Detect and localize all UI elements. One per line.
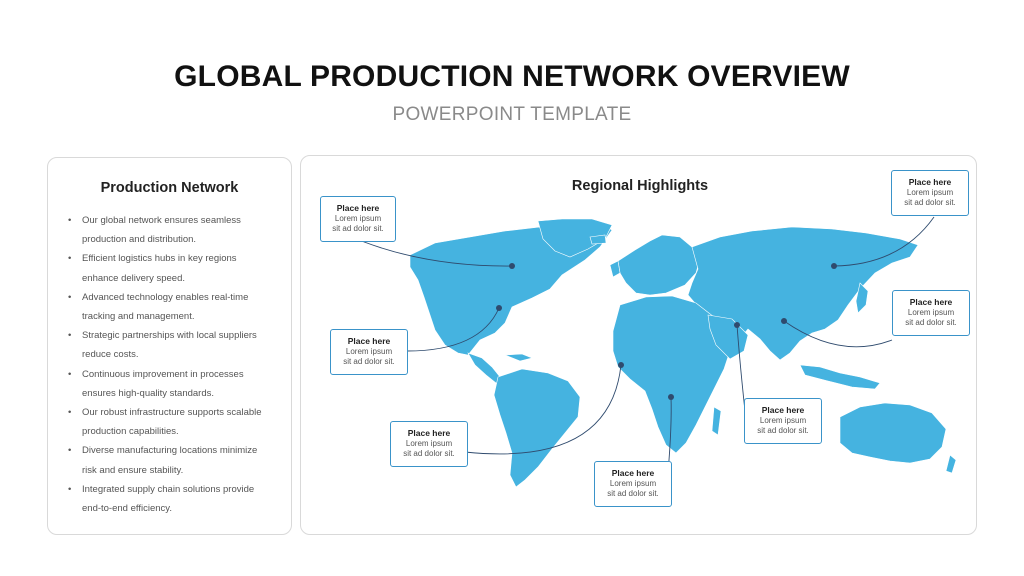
callout-text: sit ad dolor sit. <box>343 357 395 366</box>
callout-central-africa: Place here Lorem ipsum sit ad dolor sit. <box>594 461 672 507</box>
callout-south-asia: Place here Lorem ipsum sit ad dolor sit. <box>892 290 970 336</box>
callout-text: sit ad dolor sit. <box>403 449 455 458</box>
callout-heading: Place here <box>336 203 380 213</box>
callout-text: sit ad dolor sit. <box>904 198 956 207</box>
callout-text: sit ad dolor sit. <box>607 489 659 498</box>
callout-heading: Place here <box>407 428 451 438</box>
callout-north-america: Place here Lorem ipsum sit ad dolor sit. <box>320 196 396 242</box>
caribbean-landmass <box>504 353 533 362</box>
marker-dot <box>496 305 502 311</box>
callout-heading: Place here <box>347 336 391 346</box>
callout-text: Lorem ipsum <box>609 479 657 488</box>
bullet-item: Efficient logistics hubs in key regions … <box>66 249 273 287</box>
production-network-card: Production Network Our global network en… <box>47 157 292 535</box>
callout-text: sit ad dolor sit. <box>757 426 809 435</box>
madagascar-landmass <box>711 406 722 436</box>
south-america-landmass <box>493 368 581 488</box>
bullet-item: Strategic partnerships with local suppli… <box>66 326 273 364</box>
callout-text: Lorem ipsum <box>759 416 807 425</box>
callout-text: Lorem ipsum <box>906 188 954 197</box>
marker-dot <box>618 362 624 368</box>
marker-dot <box>668 394 674 400</box>
marker-dot <box>734 322 740 328</box>
callout-text: Lorem ipsum <box>345 347 393 356</box>
callout-heading: Place here <box>761 405 805 415</box>
bullet-item: Integrated supply chain solutions provid… <box>66 480 273 518</box>
callout-heading: Place here <box>908 177 952 187</box>
callout-east-asia: Place here Lorem ipsum sit ad dolor sit. <box>891 170 969 216</box>
slide-title: GLOBAL PRODUCTION NETWORK OVERVIEW <box>174 60 850 93</box>
bullet-item: Diverse manufacturing locations minimize… <box>66 441 273 479</box>
europe-landmass <box>617 234 701 296</box>
production-network-title: Production Network <box>100 180 239 196</box>
callout-west-africa: Place here Lorem ipsum sit ad dolor sit. <box>390 421 468 467</box>
production-network-list: Our global network ensures seamless prod… <box>66 211 273 518</box>
bullet-item: Our global network ensures seamless prod… <box>66 211 273 249</box>
callout-text: Lorem ipsum <box>334 214 382 223</box>
callout-east-us: Place here Lorem ipsum sit ad dolor sit. <box>330 329 408 375</box>
callout-heading: Place here <box>611 468 655 478</box>
regional-highlights-title: Regional Highlights <box>571 178 709 194</box>
callout-text: Lorem ipsum <box>907 308 955 317</box>
continents <box>409 218 957 488</box>
indonesia-landmass <box>799 364 881 390</box>
marker-dot <box>509 263 515 269</box>
british-isles-landmass <box>609 260 621 278</box>
australia-landmass <box>839 402 947 464</box>
callout-text: Lorem ipsum <box>405 439 453 448</box>
marker-dot <box>831 263 837 269</box>
callout-middle-east: Place here Lorem ipsum sit ad dolor sit. <box>744 398 822 444</box>
callout-text: sit ad dolor sit. <box>332 224 384 233</box>
bullet-item: Our robust infrastructure supports scala… <box>66 403 273 441</box>
bullet-item: Advanced technology enables real-time tr… <box>66 288 273 326</box>
new-zealand-landmass <box>945 454 957 474</box>
bullet-item: Continuous improvement in processes ensu… <box>66 365 273 403</box>
callout-heading: Place here <box>909 297 953 307</box>
slide-subtitle: POWERPOINT TEMPLATE <box>392 104 632 125</box>
marker-dot <box>781 318 787 324</box>
callout-text: sit ad dolor sit. <box>905 318 957 327</box>
